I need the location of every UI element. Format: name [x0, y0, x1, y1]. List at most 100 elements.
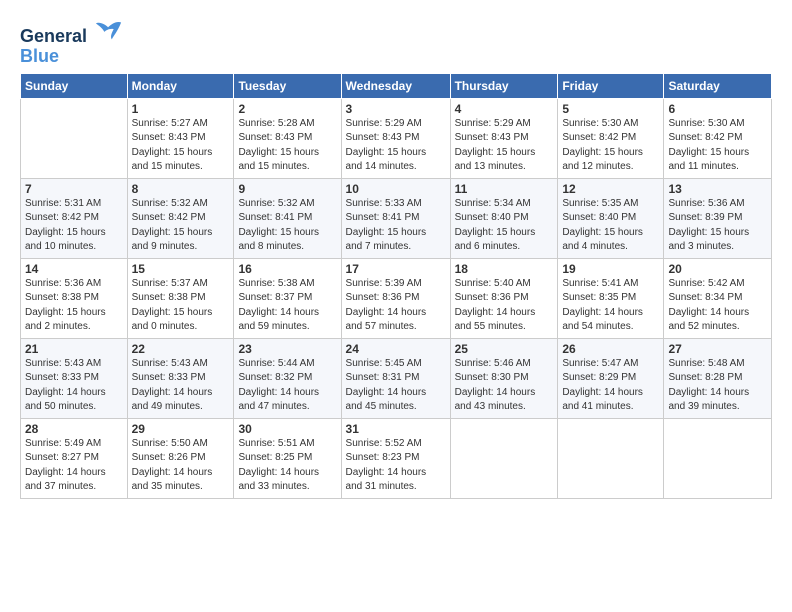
day-info: Sunrise: 5:33 AM Sunset: 8:41 PM Dayligh…: [346, 197, 446, 255]
day-info: Sunrise: 5:50 AM Sunset: 8:26 PM Dayligh…: [132, 437, 230, 495]
calendar-day-cell: 21Sunrise: 5:43 AM Sunset: 8:33 PM Dayli…: [21, 338, 128, 418]
day-number: 28: [25, 422, 123, 436]
day-number: 6: [668, 102, 767, 116]
day-info: Sunrise: 5:44 AM Sunset: 8:32 PM Dayligh…: [238, 357, 336, 415]
day-number: 18: [455, 262, 554, 276]
calendar-day-cell: 29Sunrise: 5:50 AM Sunset: 8:26 PM Dayli…: [127, 418, 234, 498]
calendar-day-cell: 23Sunrise: 5:44 AM Sunset: 8:32 PM Dayli…: [234, 338, 341, 418]
day-number: 9: [238, 182, 336, 196]
day-info: Sunrise: 5:29 AM Sunset: 8:43 PM Dayligh…: [346, 117, 446, 175]
calendar-day-cell: 5Sunrise: 5:30 AM Sunset: 8:42 PM Daylig…: [558, 98, 664, 178]
day-number: 25: [455, 342, 554, 356]
calendar-day-cell: 14Sunrise: 5:36 AM Sunset: 8:38 PM Dayli…: [21, 258, 128, 338]
day-number: 1: [132, 102, 230, 116]
calendar-day-cell: 30Sunrise: 5:51 AM Sunset: 8:25 PM Dayli…: [234, 418, 341, 498]
day-number: 3: [346, 102, 446, 116]
empty-cell: [450, 418, 558, 498]
day-number: 15: [132, 262, 230, 276]
day-info: Sunrise: 5:32 AM Sunset: 8:42 PM Dayligh…: [132, 197, 230, 255]
day-info: Sunrise: 5:30 AM Sunset: 8:42 PM Dayligh…: [668, 117, 767, 175]
day-info: Sunrise: 5:34 AM Sunset: 8:40 PM Dayligh…: [455, 197, 554, 255]
weekday-header-wednesday: Wednesday: [341, 73, 450, 98]
day-number: 31: [346, 422, 446, 436]
day-number: 30: [238, 422, 336, 436]
calendar-day-cell: 28Sunrise: 5:49 AM Sunset: 8:27 PM Dayli…: [21, 418, 128, 498]
calendar-week-row: 7Sunrise: 5:31 AM Sunset: 8:42 PM Daylig…: [21, 178, 772, 258]
logo-bird-icon: [95, 18, 123, 42]
day-number: 10: [346, 182, 446, 196]
calendar-day-cell: 25Sunrise: 5:46 AM Sunset: 8:30 PM Dayli…: [450, 338, 558, 418]
day-number: 2: [238, 102, 336, 116]
calendar-week-row: 14Sunrise: 5:36 AM Sunset: 8:38 PM Dayli…: [21, 258, 772, 338]
weekday-header-thursday: Thursday: [450, 73, 558, 98]
calendar-day-cell: 17Sunrise: 5:39 AM Sunset: 8:36 PM Dayli…: [341, 258, 450, 338]
calendar-week-row: 21Sunrise: 5:43 AM Sunset: 8:33 PM Dayli…: [21, 338, 772, 418]
weekday-header-tuesday: Tuesday: [234, 73, 341, 98]
day-info: Sunrise: 5:43 AM Sunset: 8:33 PM Dayligh…: [132, 357, 230, 415]
calendar-day-cell: 2Sunrise: 5:28 AM Sunset: 8:43 PM Daylig…: [234, 98, 341, 178]
calendar-day-cell: 4Sunrise: 5:29 AM Sunset: 8:43 PM Daylig…: [450, 98, 558, 178]
day-number: 17: [346, 262, 446, 276]
day-number: 12: [562, 182, 659, 196]
weekday-header-saturday: Saturday: [664, 73, 772, 98]
day-info: Sunrise: 5:28 AM Sunset: 8:43 PM Dayligh…: [238, 117, 336, 175]
calendar-day-cell: 6Sunrise: 5:30 AM Sunset: 8:42 PM Daylig…: [664, 98, 772, 178]
day-info: Sunrise: 5:43 AM Sunset: 8:33 PM Dayligh…: [25, 357, 123, 415]
day-number: 23: [238, 342, 336, 356]
page: General Blue SundayMondayTuesdayWednesda…: [0, 0, 792, 509]
calendar-day-cell: 24Sunrise: 5:45 AM Sunset: 8:31 PM Dayli…: [341, 338, 450, 418]
day-info: Sunrise: 5:41 AM Sunset: 8:35 PM Dayligh…: [562, 277, 659, 335]
logo: General Blue: [20, 18, 123, 67]
calendar-day-cell: 3Sunrise: 5:29 AM Sunset: 8:43 PM Daylig…: [341, 98, 450, 178]
calendar-day-cell: 12Sunrise: 5:35 AM Sunset: 8:40 PM Dayli…: [558, 178, 664, 258]
calendar-day-cell: 18Sunrise: 5:40 AM Sunset: 8:36 PM Dayli…: [450, 258, 558, 338]
day-number: 27: [668, 342, 767, 356]
day-info: Sunrise: 5:37 AM Sunset: 8:38 PM Dayligh…: [132, 277, 230, 335]
calendar-week-row: 1Sunrise: 5:27 AM Sunset: 8:43 PM Daylig…: [21, 98, 772, 178]
weekday-header-friday: Friday: [558, 73, 664, 98]
empty-cell: [558, 418, 664, 498]
day-info: Sunrise: 5:47 AM Sunset: 8:29 PM Dayligh…: [562, 357, 659, 415]
calendar-day-cell: 31Sunrise: 5:52 AM Sunset: 8:23 PM Dayli…: [341, 418, 450, 498]
day-number: 29: [132, 422, 230, 436]
day-info: Sunrise: 5:31 AM Sunset: 8:42 PM Dayligh…: [25, 197, 123, 255]
day-number: 16: [238, 262, 336, 276]
day-number: 14: [25, 262, 123, 276]
day-number: 22: [132, 342, 230, 356]
calendar: SundayMondayTuesdayWednesdayThursdayFrid…: [20, 73, 772, 499]
calendar-day-cell: 22Sunrise: 5:43 AM Sunset: 8:33 PM Dayli…: [127, 338, 234, 418]
empty-cell: [21, 98, 128, 178]
calendar-day-cell: 1Sunrise: 5:27 AM Sunset: 8:43 PM Daylig…: [127, 98, 234, 178]
calendar-day-cell: 10Sunrise: 5:33 AM Sunset: 8:41 PM Dayli…: [341, 178, 450, 258]
calendar-day-cell: 13Sunrise: 5:36 AM Sunset: 8:39 PM Dayli…: [664, 178, 772, 258]
calendar-day-cell: 20Sunrise: 5:42 AM Sunset: 8:34 PM Dayli…: [664, 258, 772, 338]
header: General Blue: [20, 18, 772, 67]
calendar-day-cell: 11Sunrise: 5:34 AM Sunset: 8:40 PM Dayli…: [450, 178, 558, 258]
weekday-header-monday: Monday: [127, 73, 234, 98]
day-number: 13: [668, 182, 767, 196]
calendar-day-cell: 7Sunrise: 5:31 AM Sunset: 8:42 PM Daylig…: [21, 178, 128, 258]
logo-blue: Blue: [20, 46, 59, 66]
calendar-day-cell: 27Sunrise: 5:48 AM Sunset: 8:28 PM Dayli…: [664, 338, 772, 418]
calendar-day-cell: 15Sunrise: 5:37 AM Sunset: 8:38 PM Dayli…: [127, 258, 234, 338]
day-info: Sunrise: 5:48 AM Sunset: 8:28 PM Dayligh…: [668, 357, 767, 415]
day-number: 8: [132, 182, 230, 196]
day-info: Sunrise: 5:52 AM Sunset: 8:23 PM Dayligh…: [346, 437, 446, 495]
day-number: 20: [668, 262, 767, 276]
day-info: Sunrise: 5:35 AM Sunset: 8:40 PM Dayligh…: [562, 197, 659, 255]
day-info: Sunrise: 5:36 AM Sunset: 8:38 PM Dayligh…: [25, 277, 123, 335]
day-info: Sunrise: 5:45 AM Sunset: 8:31 PM Dayligh…: [346, 357, 446, 415]
day-info: Sunrise: 5:39 AM Sunset: 8:36 PM Dayligh…: [346, 277, 446, 335]
logo-line1: General: [20, 18, 123, 47]
calendar-day-cell: 26Sunrise: 5:47 AM Sunset: 8:29 PM Dayli…: [558, 338, 664, 418]
calendar-day-cell: 19Sunrise: 5:41 AM Sunset: 8:35 PM Dayli…: [558, 258, 664, 338]
day-number: 4: [455, 102, 554, 116]
day-info: Sunrise: 5:27 AM Sunset: 8:43 PM Dayligh…: [132, 117, 230, 175]
empty-cell: [664, 418, 772, 498]
calendar-day-cell: 8Sunrise: 5:32 AM Sunset: 8:42 PM Daylig…: [127, 178, 234, 258]
day-info: Sunrise: 5:30 AM Sunset: 8:42 PM Dayligh…: [562, 117, 659, 175]
calendar-day-cell: 9Sunrise: 5:32 AM Sunset: 8:41 PM Daylig…: [234, 178, 341, 258]
day-number: 7: [25, 182, 123, 196]
day-number: 11: [455, 182, 554, 196]
day-info: Sunrise: 5:51 AM Sunset: 8:25 PM Dayligh…: [238, 437, 336, 495]
